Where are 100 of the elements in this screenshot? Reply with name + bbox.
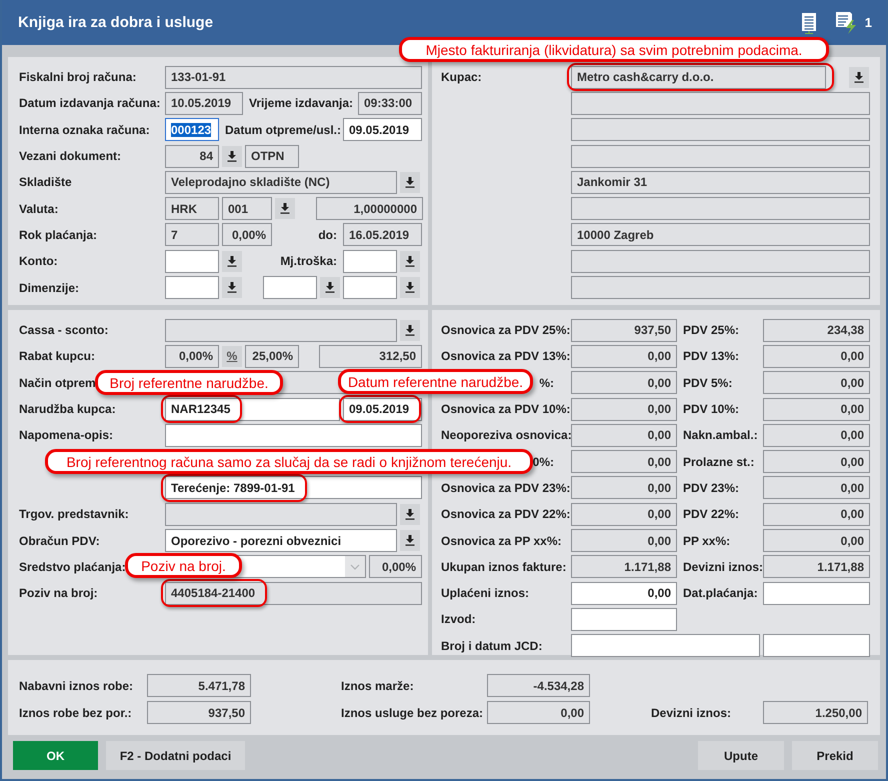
dropdown-button[interactable] xyxy=(400,320,420,341)
text-field[interactable] xyxy=(263,276,317,300)
text-field[interactable] xyxy=(343,250,397,273)
text-field[interactable]: 5.471,78 xyxy=(147,674,251,697)
text-field[interactable]: 09.05.2019 xyxy=(343,118,422,142)
text-field[interactable]: OTPN xyxy=(245,144,299,168)
text-field[interactable]: 09:33:00 xyxy=(358,92,422,115)
text-field[interactable]: HRK xyxy=(165,197,219,220)
text-field[interactable]: 0,00 xyxy=(763,529,870,552)
field-label: Rabat kupcu: xyxy=(19,349,96,364)
text-field[interactable]: 0,00 xyxy=(571,424,677,447)
text-field[interactable]: 10.05.2019 xyxy=(165,92,243,115)
text-field[interactable]: 0,00% xyxy=(222,223,272,246)
dropdown-button[interactable] xyxy=(400,250,420,272)
text-field[interactable] xyxy=(571,118,870,142)
percent-toggle[interactable]: % xyxy=(222,346,242,367)
dropdown-button[interactable] xyxy=(849,66,869,88)
text-field[interactable] xyxy=(571,276,870,300)
text-field[interactable]: 0,00 xyxy=(763,371,870,394)
text-field[interactable]: 0,00 xyxy=(763,450,870,474)
text-field[interactable] xyxy=(165,276,219,300)
action-button[interactable]: Upute xyxy=(698,741,784,770)
text-field[interactable] xyxy=(571,250,870,273)
dropdown-button[interactable] xyxy=(320,277,340,298)
text-field[interactable]: 0,00 xyxy=(763,424,870,447)
arrow-down-icon xyxy=(405,256,415,267)
arrow-down-icon xyxy=(280,203,290,214)
text-field[interactable]: 001 xyxy=(222,197,272,220)
text-field[interactable]: 0,00 xyxy=(571,529,677,552)
dropdown-button[interactable] xyxy=(222,250,242,272)
field-label: Kupac: xyxy=(441,70,482,84)
text-field[interactable]: 0,00 xyxy=(571,398,677,421)
dropdown-button[interactable] xyxy=(400,530,420,552)
text-field[interactable] xyxy=(165,424,422,447)
text-field[interactable]: 0,00 xyxy=(571,371,677,394)
field-label: PDV 22%: xyxy=(683,507,740,522)
text-field[interactable]: 0,00% xyxy=(369,555,422,578)
text-field[interactable]: 1.171,88 xyxy=(571,555,677,578)
text-field[interactable]: -4.534,28 xyxy=(487,674,590,697)
text-field[interactable] xyxy=(571,608,677,631)
text-field[interactable]: 0,00 xyxy=(571,502,677,526)
text-field[interactable] xyxy=(165,318,397,342)
arrow-down-icon xyxy=(405,324,415,336)
text-field[interactable]: 0,00 xyxy=(487,701,590,724)
annotation-tooltip: Datum referentne narudžbe. xyxy=(338,369,533,394)
text-field[interactable]: 1,00000000 xyxy=(316,197,423,220)
text-field[interactable]: 7 xyxy=(165,223,219,246)
text-field[interactable] xyxy=(165,502,397,526)
action-button[interactable]: F2 - Dodatni podaci xyxy=(106,741,245,770)
text-field[interactable]: 0,00 xyxy=(571,582,677,605)
dropdown-button[interactable] xyxy=(400,504,420,525)
text-field[interactable]: 25,00% xyxy=(245,344,299,368)
text-field[interactable] xyxy=(571,92,870,115)
action-button[interactable]: Prekid xyxy=(792,741,878,770)
text-field[interactable]: 133-01-91 xyxy=(165,66,422,89)
text-field[interactable]: 0,00 xyxy=(763,398,870,421)
dropdown-button[interactable] xyxy=(400,172,420,193)
text-field[interactable]: Oporezivo - porezni obveznici xyxy=(165,529,397,552)
text-field[interactable] xyxy=(763,582,870,605)
text-field[interactable]: 937,50 xyxy=(147,701,251,724)
text-field[interactable]: 1.250,00 xyxy=(763,701,868,724)
dropdown-button[interactable] xyxy=(400,277,420,298)
text-field[interactable] xyxy=(571,634,760,658)
text-field[interactable]: 937,50 xyxy=(571,318,677,342)
text-field[interactable]: Jankomir 31 xyxy=(571,170,870,194)
field-label: Osnovica za PDV 23%: xyxy=(441,480,570,495)
text-field[interactable]: 0,00 xyxy=(763,344,870,368)
dropdown-button[interactable] xyxy=(222,146,242,167)
field-label: Prolazne st.: xyxy=(683,454,754,469)
text-field[interactable]: 234,38 xyxy=(763,318,870,342)
text-field[interactable]: 84 xyxy=(165,144,219,168)
dropdown-button[interactable] xyxy=(275,198,295,220)
document-icon[interactable] xyxy=(800,12,817,34)
field-label: Mj.troška: xyxy=(280,254,337,268)
text-field[interactable]: 0,00% xyxy=(165,344,219,368)
text-field[interactable]: 16.05.2019 xyxy=(343,223,422,246)
text-field[interactable]: Veleprodajno skladište (NC) xyxy=(165,170,397,194)
text-field[interactable]: 0,00 xyxy=(763,476,870,500)
dropdown-button[interactable] xyxy=(222,277,242,298)
text-field[interactable]: 1.171,88 xyxy=(763,555,870,578)
text-field[interactable]: 0,00 xyxy=(571,450,677,474)
text-field[interactable]: 0,00 xyxy=(571,344,677,368)
text-field[interactable] xyxy=(571,197,870,220)
text-field[interactable] xyxy=(763,634,870,658)
text-field[interactable]: 0,00 xyxy=(571,476,677,500)
arrow-down-icon xyxy=(325,282,335,294)
annotation-tooltip: Mjesto fakturiranja (likvidatura) sa svim potrebnim podacima. xyxy=(399,37,829,62)
text-field[interactable] xyxy=(571,144,870,168)
text-field[interactable]: 0,00 xyxy=(763,502,870,526)
field-label: Narudžba kupca: xyxy=(19,402,116,416)
arrow-down-icon xyxy=(405,508,415,520)
text-field[interactable]: 000123 xyxy=(165,118,219,142)
ok-button[interactable]: OK xyxy=(13,741,98,770)
text-field[interactable] xyxy=(165,250,219,273)
document-lightning-icon[interactable] xyxy=(834,10,859,34)
field-label: Osnovica za PDV 10%: xyxy=(441,402,570,416)
text-field[interactable]: 10000 Zagreb xyxy=(571,223,870,246)
text-field[interactable]: 312,50 xyxy=(319,344,422,368)
text-field[interactable] xyxy=(343,276,397,300)
chevron-down-icon xyxy=(350,564,360,570)
